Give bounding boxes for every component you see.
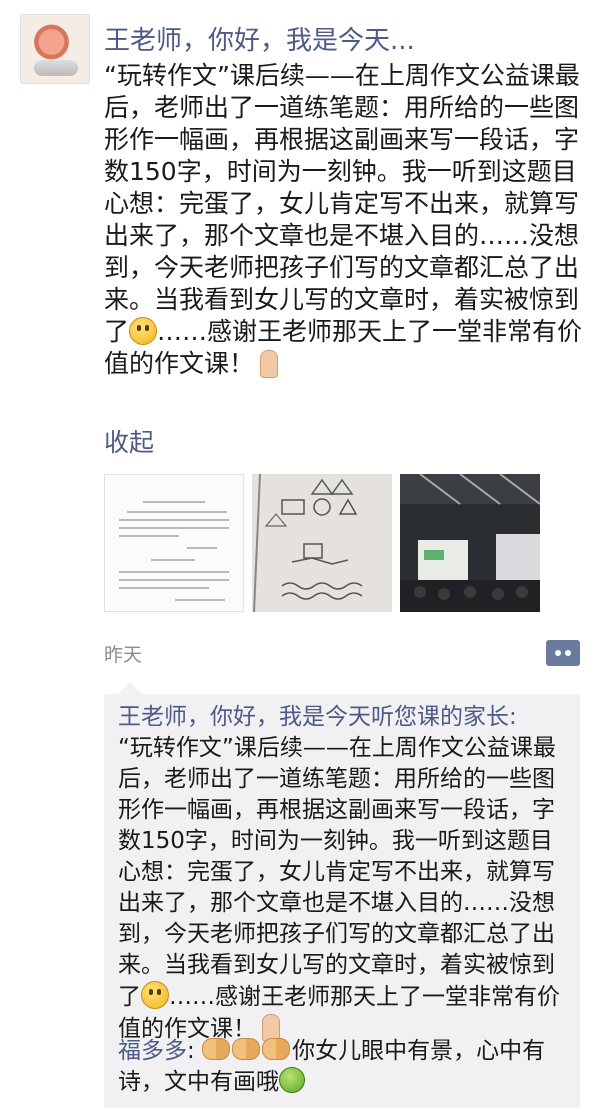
author-name[interactable]: 王老师，你好，我是今天...: [104, 20, 415, 57]
comment-body: “玩转作文”课后续——在上周作文公益课最后，老师出了一道练笔题：用所给的一些图形…: [118, 735, 556, 1010]
author-avatar[interactable]: [20, 14, 90, 84]
shocked-emoji-icon: [141, 981, 169, 1009]
post-timestamp: 昨天: [104, 644, 143, 666]
post-body-tail: ……感谢王老师那天上了一堂非常有价值的作文课！: [104, 317, 583, 378]
green-face-emoji-icon: [279, 1067, 305, 1093]
handshake-emoji-icon: [232, 1038, 261, 1060]
photo-essay-page[interactable]: [104, 474, 244, 612]
comment-2[interactable]: 福多多: 你女儿眼中有景，心中有诗，文中有画哦: [118, 1036, 574, 1098]
photo-drawing-shapes[interactable]: [252, 474, 392, 612]
post-body: “玩转作文”课后续——在上周作文公益课最后，老师出了一道练笔题：用所给的一些图形…: [104, 61, 580, 346]
comment-body-tail: ……感谢王老师那天上了一堂非常有价值的作文课！: [118, 984, 560, 1042]
comments-panel: 王老师，你好，我是今天听您课的家长: “玩转作文”课后续——在上周作文公益课最后，…: [104, 682, 580, 1108]
handshake-emoji-icon: [262, 1038, 291, 1060]
comment-separator: :: [187, 1038, 203, 1064]
handshake-emoji-icon: [202, 1038, 231, 1060]
shapes-drawing: [252, 474, 392, 612]
classroom-scene: [400, 474, 540, 612]
more-dots-icon[interactable]: [546, 640, 580, 666]
collapse-link[interactable]: 收起: [104, 423, 154, 459]
comment-author[interactable]: 福多多: [118, 1038, 187, 1064]
pray-emoji-icon: [254, 349, 282, 378]
post-text: “玩转作文”课后续——在上周作文公益课最后，老师出了一道练笔题：用所给的一些图形…: [104, 60, 584, 380]
comment-1[interactable]: 王老师，你好，我是今天听您课的家长: “玩转作文”课后续——在上周作文公益课最后，…: [118, 702, 574, 1045]
comment-author[interactable]: 王老师，你好，我是今天听您课的家长:: [118, 704, 517, 730]
shocked-emoji-icon: [129, 317, 158, 345]
photo-classroom-lecture[interactable]: [400, 474, 540, 612]
